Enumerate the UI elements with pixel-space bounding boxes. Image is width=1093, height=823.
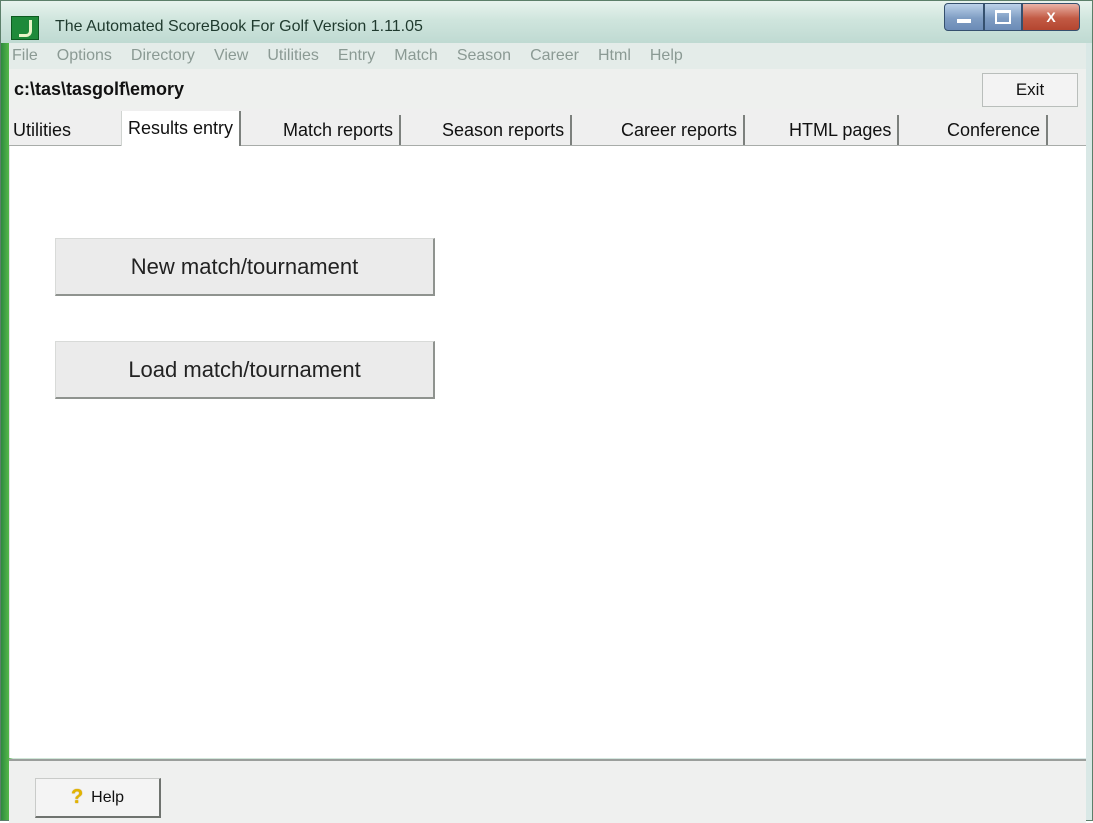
menu-career[interactable]: Career — [530, 47, 579, 65]
window-title: The Automated ScoreBook For Golf Version… — [55, 18, 423, 35]
menu-bar: File Options Directory View Utilities En… — [9, 43, 1086, 69]
tab-season-reports[interactable]: Season reports — [442, 115, 573, 145]
close-button[interactable]: X — [1022, 3, 1080, 31]
tab-results-entry[interactable]: Results entry — [121, 111, 242, 146]
menu-season[interactable]: Season — [457, 47, 511, 65]
status-footer: ? Help — [9, 759, 1086, 823]
directory-bar: c:\tas\tasgolf\emory Exit — [9, 69, 1086, 110]
tab-match-reports[interactable]: Match reports — [283, 115, 402, 145]
menu-html[interactable]: Html — [598, 47, 631, 65]
tab-html-pages[interactable]: HTML pages — [789, 115, 900, 145]
maximize-icon — [995, 10, 1011, 24]
tab-utilities[interactable]: Utilities — [13, 115, 71, 145]
question-mark-icon: ? — [70, 786, 84, 808]
close-icon: X — [1046, 9, 1056, 25]
app-window: The Automated ScoreBook For Golf Version… — [0, 0, 1093, 823]
exit-button[interactable]: Exit — [982, 73, 1078, 107]
menu-options[interactable]: Options — [57, 47, 112, 65]
current-directory: c:\tas\tasgolf\emory — [14, 79, 185, 99]
menu-view[interactable]: View — [214, 47, 248, 65]
maximize-button[interactable] — [984, 3, 1022, 31]
menu-help[interactable]: Help — [650, 47, 683, 65]
help-button[interactable]: ? Help — [35, 778, 161, 818]
menu-utilities[interactable]: Utilities — [267, 47, 319, 65]
minimize-button[interactable] — [944, 3, 984, 31]
tab-strip: Utilities Results entry Match reports Se… — [9, 109, 1086, 146]
tab-conference[interactable]: Conference — [947, 115, 1049, 145]
title-bar[interactable]: The Automated ScoreBook For Golf Version… — [1, 1, 1092, 43]
tab-career-reports[interactable]: Career reports — [621, 115, 746, 145]
help-button-label: Help — [91, 788, 125, 806]
app-icon — [11, 16, 39, 40]
load-match-button[interactable]: Load match/tournament — [55, 341, 435, 399]
menu-directory[interactable]: Directory — [131, 47, 195, 65]
results-entry-panel: New match/tournament Load match/tourname… — [9, 146, 1086, 758]
window-controls: X — [944, 3, 1080, 31]
menu-entry[interactable]: Entry — [338, 47, 375, 65]
minimize-icon — [957, 19, 971, 23]
menu-match[interactable]: Match — [394, 47, 438, 65]
menu-file[interactable]: File — [12, 47, 38, 65]
new-match-button[interactable]: New match/tournament — [55, 238, 435, 296]
